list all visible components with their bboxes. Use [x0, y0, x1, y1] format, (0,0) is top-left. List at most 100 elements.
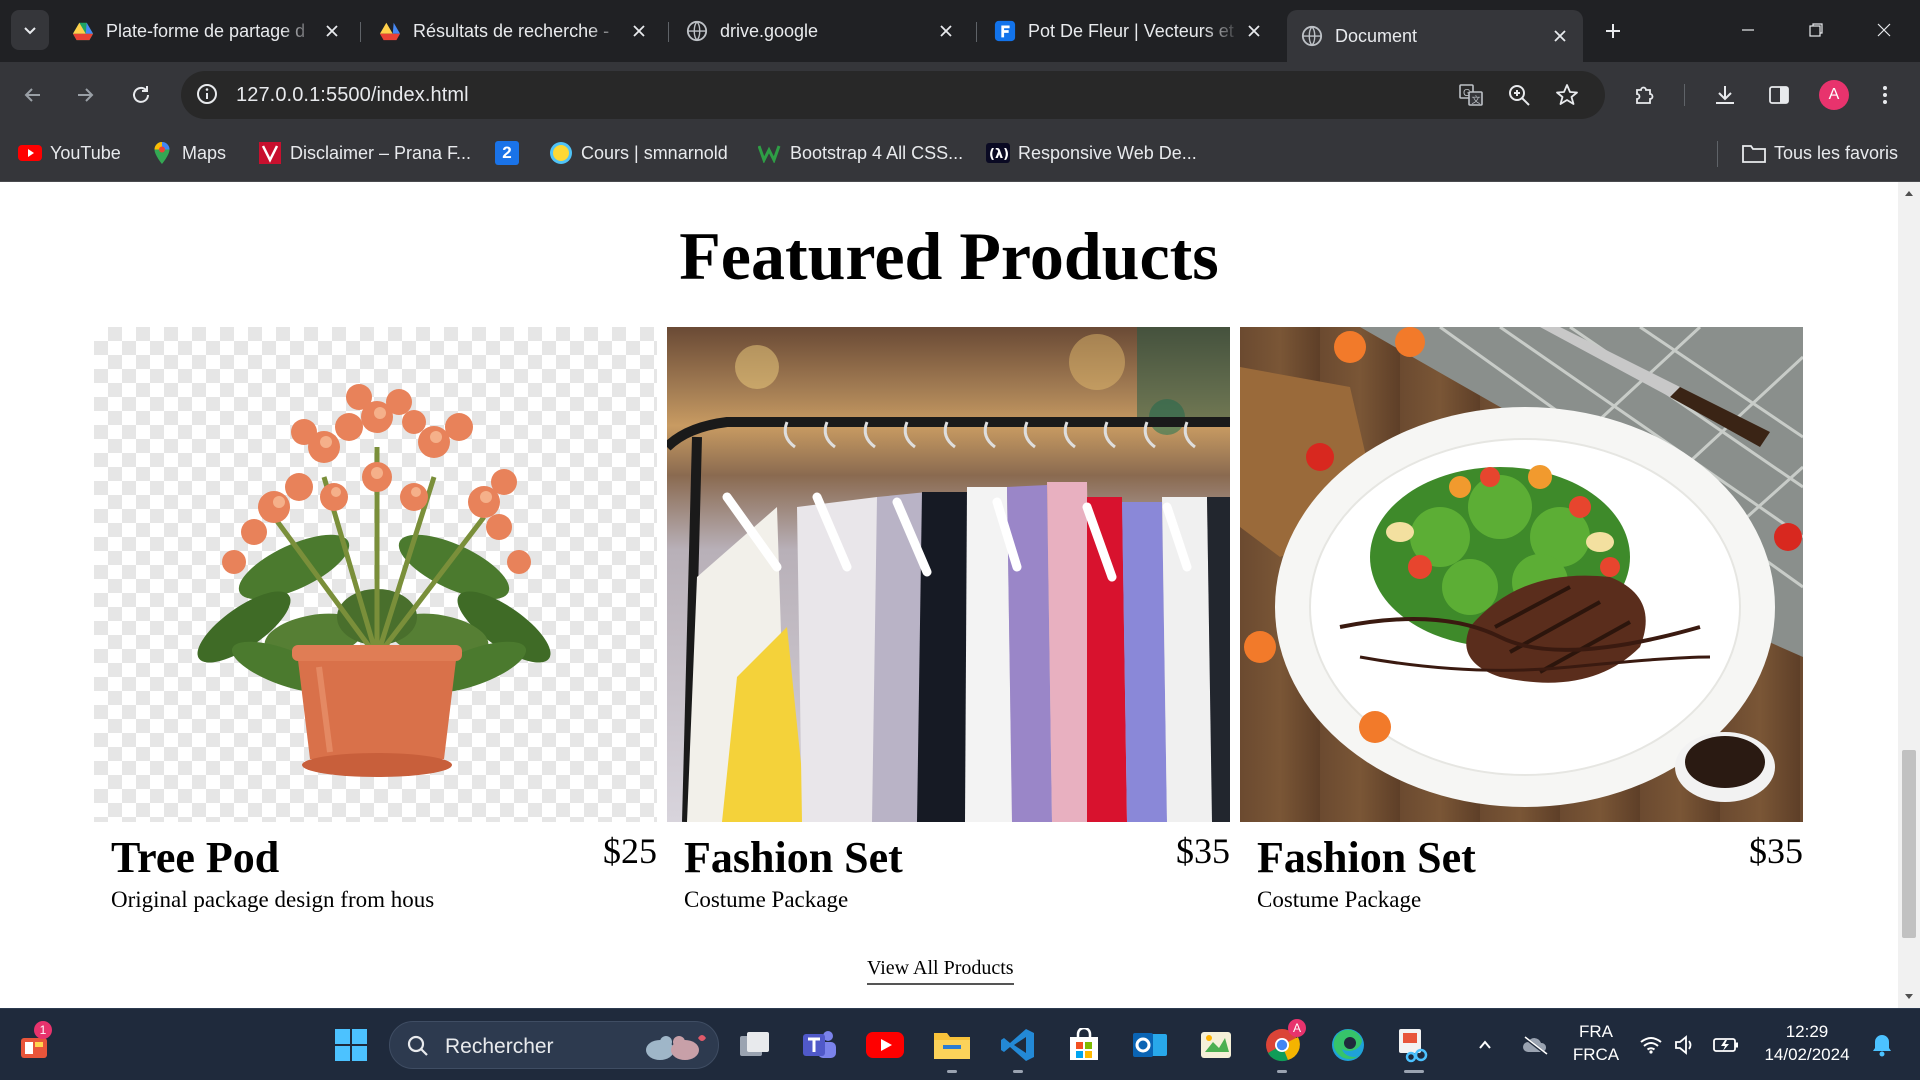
notifications-button[interactable]	[1866, 1023, 1898, 1067]
close-tab-icon[interactable]	[319, 18, 345, 44]
menu-button[interactable]	[1866, 76, 1904, 114]
translate-icon[interactable]: G文	[1457, 81, 1485, 109]
taskbar-search[interactable]: Rechercher	[389, 1021, 719, 1069]
tab-separator	[360, 22, 361, 42]
widgets-button[interactable]: 1	[12, 1021, 56, 1067]
chevron-down-icon	[24, 27, 36, 35]
bookmark-bootstrap[interactable]: Bootstrap 4 All CSS...	[758, 140, 963, 166]
tab-2[interactable]: Résultats de recherche -	[365, 10, 662, 52]
tab-1[interactable]: Plate-forme de partage d	[58, 10, 355, 52]
reload-icon	[133, 86, 149, 103]
close-window-button[interactable]	[1856, 8, 1912, 52]
vscode-app[interactable]	[996, 1023, 1040, 1073]
view-all-products-link[interactable]: View All Products	[867, 957, 1014, 985]
clothing-rack-illustration	[667, 327, 1230, 822]
reload-button[interactable]	[122, 76, 160, 114]
bookmark-cours-smnarnold[interactable]: Cours | smnarnold	[549, 140, 728, 166]
store-icon	[1070, 1028, 1098, 1060]
page-scrollbar[interactable]	[1898, 182, 1920, 1008]
task-view-button[interactable]	[733, 1023, 777, 1067]
scrollbar-thumb[interactable]	[1902, 750, 1916, 938]
tab-4[interactable]: Pot De Fleur | Vecteurs et	[980, 10, 1277, 52]
tab-title: Document	[1335, 25, 1418, 46]
chrome-app[interactable]: A	[1260, 1019, 1306, 1073]
close-tab-icon[interactable]	[1241, 18, 1267, 44]
browser-toolbar: 127.0.0.1:5500/index.html G文 A	[0, 62, 1920, 127]
file-explorer-app[interactable]	[930, 1023, 974, 1073]
edge-app[interactable]	[1326, 1023, 1370, 1067]
speaker-icon	[1675, 1035, 1692, 1055]
show-hidden-icons-button[interactable]	[1470, 1023, 1500, 1067]
potted-flower-illustration	[197, 384, 551, 777]
restore-button[interactable]	[1788, 8, 1844, 52]
wifi-button[interactable]	[1636, 1023, 1666, 1067]
profile-avatar[interactable]: A	[1819, 80, 1849, 110]
product-name: Fashion Set	[1257, 833, 1476, 882]
address-bar[interactable]: 127.0.0.1:5500/index.html G文	[181, 71, 1605, 119]
widgets-badge: 1	[34, 1021, 52, 1039]
search-placeholder: Rechercher	[445, 1035, 554, 1058]
outlook-app[interactable]	[1128, 1023, 1172, 1067]
tab-title: Pot De Fleur | Vecteurs et	[1028, 20, 1234, 41]
running-indicator	[947, 1070, 957, 1073]
snipping-tool-app[interactable]	[1392, 1023, 1436, 1073]
chevron-up-icon	[1479, 1040, 1491, 1049]
minimize-icon	[1742, 29, 1754, 31]
microsoft-store-app[interactable]	[1062, 1023, 1106, 1067]
battery-button[interactable]	[1708, 1023, 1744, 1067]
forward-button[interactable]	[66, 76, 104, 114]
product-image-steak-salad	[1240, 327, 1803, 822]
tab-3[interactable]: drive.google	[672, 10, 969, 52]
close-tab-icon[interactable]	[933, 18, 959, 44]
all-bookmarks-folder[interactable]: Tous les favoris	[1742, 140, 1898, 166]
start-button[interactable]	[329, 1023, 373, 1067]
windows-logo-icon	[335, 1029, 367, 1061]
url-text[interactable]: 127.0.0.1:5500/index.html	[236, 84, 469, 107]
volume-button[interactable]	[1670, 1023, 1700, 1067]
tab-title: Plate-forme de partage d	[106, 20, 306, 41]
youtube-app[interactable]	[863, 1023, 907, 1067]
tab-5-active[interactable]: Document	[1287, 10, 1583, 62]
bookmark-youtube[interactable]: YouTube	[18, 140, 121, 166]
side-panel-button[interactable]	[1760, 76, 1798, 114]
bookmark-disclaimer-prana[interactable]: Disclaimer – Prana F...	[258, 140, 471, 166]
scroll-down-icon[interactable]	[1904, 992, 1914, 1002]
bookmark-responsive-web[interactable]: (λ) Responsive Web De...	[986, 140, 1197, 166]
running-indicator	[1277, 1070, 1287, 1073]
tab-title: Résultats de recherche -	[413, 20, 610, 41]
plus-icon	[1606, 24, 1620, 38]
tab-search-button[interactable]	[11, 10, 49, 50]
bookmark-label: Maps	[182, 142, 227, 163]
zoom-icon[interactable]	[1505, 81, 1533, 109]
close-tab-icon[interactable]	[1547, 23, 1573, 49]
restore-icon	[1809, 23, 1823, 37]
paint-app[interactable]	[1194, 1023, 1238, 1067]
new-tab-button[interactable]	[1598, 16, 1628, 46]
teams-app[interactable]	[797, 1023, 841, 1067]
back-button[interactable]	[14, 76, 52, 114]
freepik-icon	[994, 20, 1016, 42]
onedrive-button[interactable]	[1518, 1023, 1552, 1067]
arrow-right-icon	[78, 88, 94, 102]
chrome-profile-badge: A	[1288, 1019, 1306, 1037]
site-info-icon[interactable]	[195, 82, 219, 106]
product-card-3[interactable]: Fashion Set $35 Costume Package	[1240, 327, 1803, 927]
product-name: Fashion Set	[684, 833, 903, 882]
extensions-button[interactable]	[1626, 76, 1664, 114]
bookmark-label: Tous les favoris	[1774, 142, 1899, 163]
product-card-2[interactable]: Fashion Set $35 Costume Package	[667, 327, 1230, 927]
product-card-1[interactable]: Tree Pod $25 Original package design fro…	[94, 327, 657, 927]
language-indicator[interactable]: FRA FRCA	[1568, 1022, 1624, 1065]
paint-icon	[1201, 1032, 1231, 1058]
minimize-button[interactable]	[1720, 8, 1776, 52]
bookmark-maps[interactable]: Maps	[150, 140, 226, 166]
close-tab-icon[interactable]	[626, 18, 652, 44]
tab-title: drive.google	[720, 20, 819, 41]
task-view-icon	[740, 1032, 769, 1056]
clock[interactable]: 12:29 14/02/2024	[1752, 1022, 1862, 1065]
bookmark-number-2[interactable]: 2	[495, 140, 527, 166]
downloads-button[interactable]	[1706, 76, 1744, 114]
bookmark-star-icon[interactable]	[1553, 81, 1581, 109]
scroll-up-icon[interactable]	[1904, 188, 1914, 198]
youtube-icon	[18, 141, 42, 165]
